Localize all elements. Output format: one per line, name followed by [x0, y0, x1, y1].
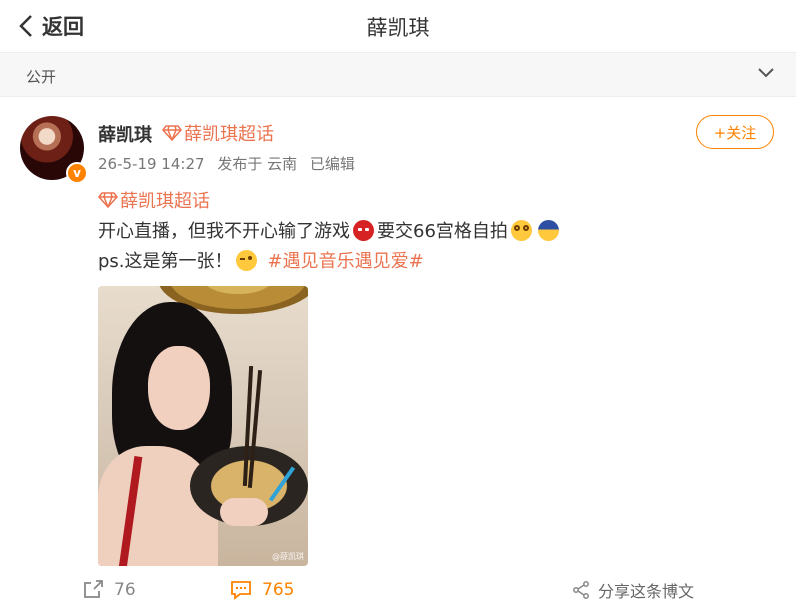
diamond-icon — [98, 192, 118, 208]
post-source: 发布于 云南 — [217, 155, 298, 173]
repost-icon — [84, 580, 103, 598]
topic-link[interactable]: 薛凯琪超话 — [98, 188, 210, 212]
diamond-icon — [162, 125, 182, 141]
verified-badge-icon: v — [66, 162, 88, 184]
dizzy-emoji-icon — [510, 219, 532, 241]
post-edited[interactable]: 已编辑 — [310, 155, 355, 173]
visibility-selector[interactable]: 公开 — [0, 53, 796, 97]
repost-button[interactable]: 76 — [82, 570, 136, 610]
repost-count: 76 — [114, 580, 136, 600]
comment-button[interactable]: 765 — [230, 570, 294, 610]
share-label: 分享这条博文 — [598, 582, 695, 601]
follow-label: +关注 — [713, 123, 757, 142]
super-topic-label: 薛凯琪超话 — [184, 124, 274, 145]
topic-label: 薛凯琪超话 — [120, 191, 210, 212]
post-text-1a: 开心直播，但我不开心输了游戏 — [98, 221, 350, 242]
image-hand — [220, 498, 268, 526]
page-title: 薛凯琪 — [366, 16, 430, 40]
top-bar: 返回 薛凯琪 — [0, 0, 796, 53]
author-name[interactable]: 薛凯琪 — [98, 121, 152, 147]
share-button[interactable]: 分享这条博文 — [572, 570, 694, 610]
follow-button[interactable]: +关注 — [696, 115, 774, 149]
cool-emoji-icon — [537, 219, 559, 241]
post-date[interactable]: 26-5-19 14:27 — [98, 155, 205, 173]
angry-emoji-icon — [353, 219, 374, 241]
wink-emoji-icon — [235, 249, 257, 271]
hashtag-link[interactable]: #遇见音乐遇见爱# — [268, 247, 424, 273]
image-face — [148, 346, 210, 430]
post-text-line-2: ps.这是第一张！ #遇见音乐遇见爱# — [98, 246, 424, 274]
comment-icon — [231, 581, 251, 600]
post-meta: 26-5-19 14:27 发布于 云南 已编辑 — [98, 153, 363, 174]
share-icon — [573, 581, 589, 599]
chevron-down-icon — [758, 68, 774, 78]
post-text-2a: ps.这是第一张！ — [98, 251, 233, 272]
image-watermark: @薛凯琪 — [272, 552, 304, 561]
visibility-label: 公开 — [26, 68, 57, 86]
post-text-line-1: 开心直播，但我不开心输了游戏 要交66宫格自拍 — [98, 216, 562, 244]
comment-count: 765 — [262, 580, 295, 600]
post-image[interactable]: @薛凯琪 — [98, 286, 308, 566]
super-topic-link[interactable]: 薛凯琪超话 — [162, 121, 274, 145]
post-text-1b: 要交66宫格自拍 — [377, 221, 508, 242]
action-bar: 76 765 分享这条博文 — [0, 570, 796, 610]
